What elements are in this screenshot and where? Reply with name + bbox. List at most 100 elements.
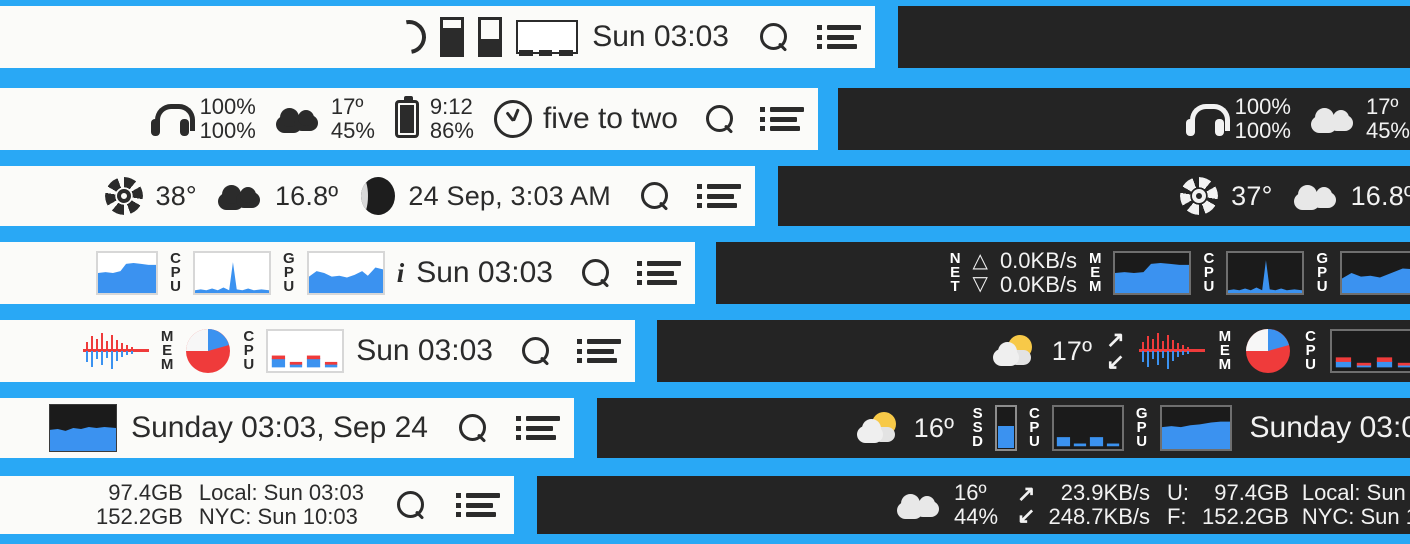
cloud-icon — [275, 103, 320, 135]
clock-label: Sunday 03:0 — [1249, 411, 1410, 444]
time-nyc: NYC: Sun 1 — [1301, 504, 1410, 529]
gpu-area-graph — [1159, 405, 1232, 451]
list-menu-icon[interactable] — [696, 184, 741, 208]
search-icon[interactable] — [396, 490, 426, 520]
audio-waveform-graph — [1138, 330, 1205, 372]
network-arrows-icon: ↗ ↙ — [1017, 481, 1036, 528]
search-icon[interactable] — [458, 413, 488, 443]
sun-flower-icon — [1180, 177, 1219, 215]
clock-label: Sun 03:03 — [356, 334, 493, 367]
row-5-dark-bar: 17º ↗ ↙ MEM CPU — [657, 320, 1410, 382]
search-icon[interactable] — [759, 22, 789, 52]
headphones-icon — [1185, 102, 1230, 136]
net-values: 0.0KB/s 0.0KB/s — [999, 248, 1077, 297]
list-menu-icon[interactable] — [515, 416, 560, 440]
list-menu-icon[interactable] — [816, 25, 861, 49]
net-download: 248.7KB/s — [1048, 504, 1150, 529]
net-download: 0.0KB/s — [999, 272, 1077, 297]
disk-labels: U: F: — [1166, 479, 1189, 529]
cpu-label: CPU — [243, 327, 255, 374]
net-arrows-icon: △ ▽ — [972, 250, 988, 295]
audio-waveform-graph — [82, 330, 149, 372]
disk-values: 97.4GB 152.2GB — [1201, 479, 1289, 529]
row-2-light-bar: 100% 100% 17º 45% 9:12 86% five to two — [0, 88, 818, 150]
disk-free-label: F: — [1166, 504, 1187, 529]
weather-values: 16º 44% — [953, 479, 998, 529]
cpu-label: CPU — [1029, 404, 1040, 451]
uv-temp-label: 38° — [155, 180, 197, 211]
mem-label: MEM — [1218, 327, 1232, 374]
row-4-dark-bar: NET △ ▽ 0.0KB/s 0.0KB/s MEM CPU GPU — [716, 242, 1410, 304]
list-menu-icon[interactable] — [455, 493, 500, 517]
ssd-label: SSD — [972, 404, 983, 451]
mem-label: MEM — [160, 327, 174, 374]
headphones-level-top: 100% — [1234, 93, 1291, 119]
battery-icon — [394, 96, 419, 138]
arc-spinner-icon — [385, 13, 433, 61]
memory-dark-area-graph — [49, 404, 118, 452]
row-6-light-bar: Sunday 03:03, Sep 24 — [0, 398, 574, 458]
battery-values: 9:12 86% — [429, 93, 474, 143]
headphones-level-bottom: 100% — [199, 118, 256, 143]
weather-temp-label: 16º — [913, 412, 955, 443]
weather-temp-label: 16.8º — [274, 180, 339, 211]
cpu-bar-graph — [1330, 329, 1410, 373]
weather-temp: 16º — [953, 479, 987, 505]
search-icon[interactable] — [705, 104, 735, 134]
battery-block-small-icon — [478, 17, 503, 57]
sun-behind-cloud-icon — [856, 411, 902, 445]
network-arrows-icon: ↗ ↙ — [1106, 327, 1125, 374]
world-clocks: Local: Sun NYC: Sun 1 — [1301, 480, 1410, 529]
gpu-label: GPU — [1316, 249, 1328, 296]
row-3-light-bar: 38° 16.8º 24 Sep, 3:03 AM — [0, 166, 755, 226]
list-menu-icon[interactable] — [576, 339, 621, 363]
list-menu-icon[interactable] — [636, 261, 681, 285]
gpu-label: GPU — [1135, 404, 1148, 451]
clock-words-label: five to two — [542, 102, 678, 135]
gpu-label: GPU — [283, 249, 295, 296]
cpu-bar-graph — [266, 329, 345, 373]
uv-temp-label: 37° — [1231, 180, 1273, 211]
disk-free: 152.2GB — [1201, 504, 1289, 529]
clock-label: Sunday 03:03, Sep 24 — [131, 411, 428, 444]
weather-temp-label: 17º — [1051, 335, 1093, 366]
disk-used: 97.4GB — [1214, 479, 1289, 505]
weather-humidity: 45% — [1365, 118, 1410, 143]
world-clocks: Local: Sun 03:03 NYC: Sun 10:03 — [198, 479, 364, 529]
row-6-dark-bar: 16º SSD CPU GPU Sunday 03:0 — [597, 398, 1410, 458]
search-icon[interactable] — [581, 258, 611, 288]
headphones-levels: 100% 100% — [199, 94, 256, 143]
headphones-icon — [150, 102, 195, 136]
time-local: Local: Sun 03:03 — [198, 479, 364, 505]
list-menu-icon[interactable] — [759, 107, 804, 131]
battery-time: 9:12 — [429, 93, 473, 119]
sun-behind-cloud-icon — [992, 334, 1038, 368]
cpu-label: CPU — [1305, 327, 1316, 374]
time-nyc: NYC: Sun 10:03 — [198, 504, 358, 529]
disk-used-label: U: — [1166, 479, 1189, 505]
analog-clock-icon — [493, 100, 532, 138]
row-7-dark-bar: 16º 44% ↗ ↙ 23.9KB/s 248.7KB/s U: F: 97.4… — [537, 476, 1410, 534]
battery-block-icon — [440, 17, 465, 57]
row-7-light-bar: 97.4GB 152.2GB Local: Sun 03:03 NYC: Sun… — [0, 476, 514, 534]
info-italic-icon[interactable]: i — [397, 258, 405, 289]
mem-label: MEM — [1088, 249, 1102, 296]
net-upload: 23.9KB/s — [1060, 479, 1150, 505]
memory-area-graph — [96, 251, 159, 295]
disk-values: 97.4GB 152.2GB — [96, 479, 183, 529]
menubar-showcase: Sun 03:03 100% 100% 17º 45% 9:12 86% fiv… — [0, 0, 1410, 544]
search-icon[interactable] — [521, 336, 551, 366]
date-label: 24 Sep, 3:03 AM — [408, 180, 611, 211]
row-2-dark-bar: 100% 100% 17º 45% — [838, 88, 1410, 150]
weather-values: 17º 45% — [331, 94, 375, 143]
clock-label: Sun 03:03 — [592, 20, 729, 53]
search-icon[interactable] — [640, 181, 670, 211]
disk-used: 97.4GB — [108, 479, 183, 505]
headphones-level-bottom: 100% — [1234, 118, 1291, 143]
cpu-spike-graph — [193, 251, 272, 295]
memory-pie-chart — [185, 328, 231, 374]
cloud-icon — [1293, 180, 1338, 212]
disk-free: 152.2GB — [96, 504, 183, 529]
cloud-icon — [1310, 103, 1355, 135]
row-5-light-bar: MEM CPU Sun 03:03 — [0, 320, 635, 382]
